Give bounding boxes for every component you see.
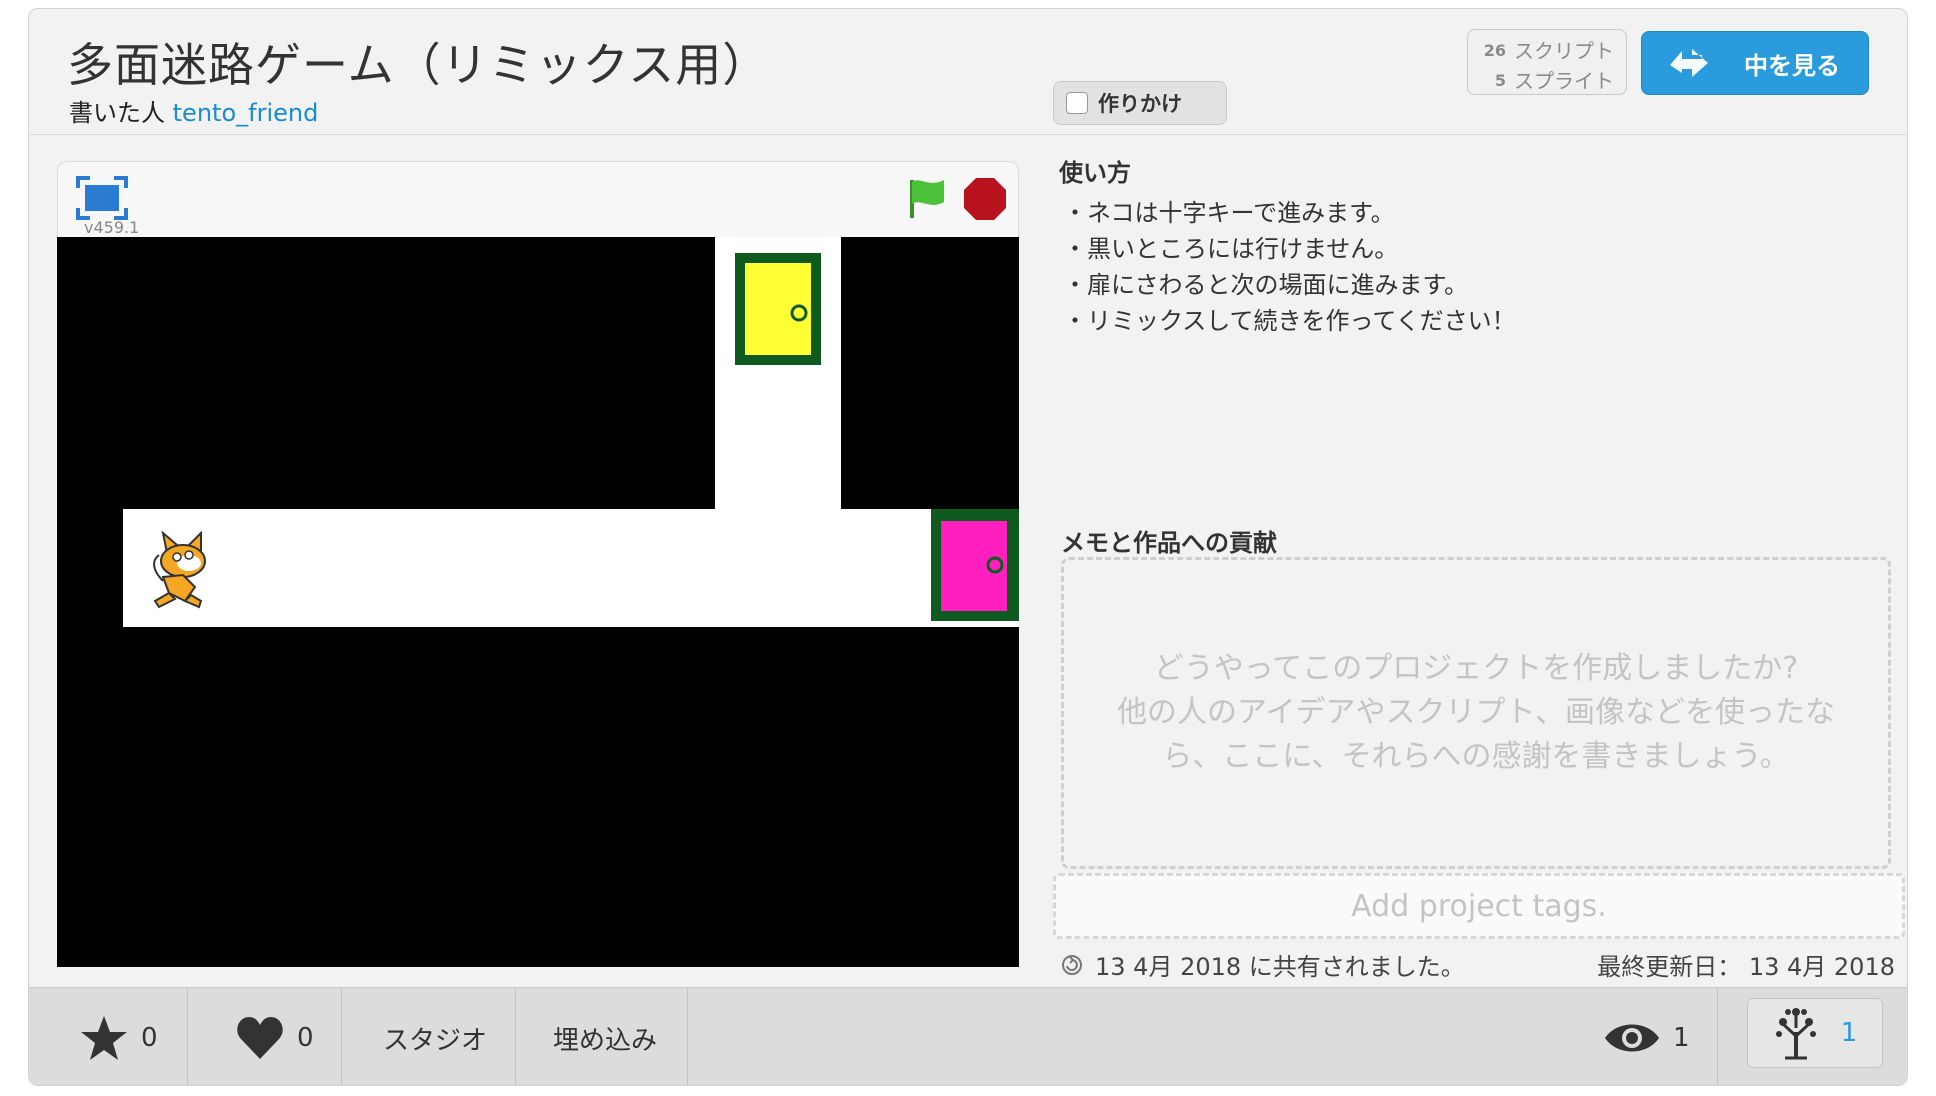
notes-placeholder: どうやってこのプロジェクトを作成しましたか? 他の人のアイデアやスクリプト、画像… (1117, 647, 1835, 779)
notes-and-credits-field[interactable]: どうやってこのプロジェクトを作成しましたか? 他の人のアイデアやスクリプト、画像… (1061, 557, 1891, 869)
scripts-stat: 26 スクリプト (1468, 36, 1626, 66)
sprites-count: 5 (1494, 71, 1506, 90)
work-in-progress-toggle[interactable]: 作りかけ (1053, 81, 1227, 125)
remix-count: 1 (1840, 1018, 1858, 1048)
instruction-line: ・黒いところには行けません。 (1063, 235, 1399, 263)
divider (341, 988, 342, 1085)
star-icon (81, 1016, 127, 1060)
see-inside-arrows-icon (1670, 49, 1708, 77)
notes-placeholder-line: ら、ここに、それらへの感謝を書きましょう。 (1162, 739, 1790, 774)
scripts-count: 26 (1483, 41, 1506, 60)
wip-label: 作りかけ (1098, 92, 1182, 116)
see-inside-button[interactable]: 中を見る (1641, 31, 1869, 95)
project-stage[interactable] (57, 237, 1019, 967)
notes-placeholder-line: 他の人のアイデアやスクリプト、画像などを使ったな (1117, 695, 1835, 730)
see-inside-label: 中を見る (1744, 51, 1840, 80)
favorite-button[interactable]: 0 (79, 988, 158, 1085)
love-button[interactable]: 0 (235, 988, 314, 1085)
author-prefix: 書いた人 (69, 99, 165, 127)
fullscreen-icon[interactable] (76, 176, 128, 220)
action-bar: 0 0 スタジオ 埋め込み 1 1 (29, 987, 1907, 1085)
shared-date-text: 13 4月 2018 に共有されました。 (1095, 953, 1465, 981)
sprites-label: スプライト (1514, 69, 1614, 93)
heart-icon (237, 1017, 283, 1059)
project-tags-field[interactable]: Add project tags. (1053, 873, 1905, 939)
instructions-text[interactable]: ・ネコは十字キーで進みます。 ・黒いところには行けません。 ・扉にさわると次の場… (1063, 195, 1516, 339)
instruction-line: ・リミックスして続きを作ってください！ (1063, 307, 1516, 335)
views-count: 1 (1673, 1023, 1690, 1053)
project-player: v459.1 (57, 161, 1019, 967)
project-title[interactable]: 多面迷路ゲーム（リミックス用） (67, 29, 769, 95)
last-updated-label: 最終更新日： (1597, 953, 1742, 981)
love-count: 0 (297, 1023, 314, 1053)
pink-door-icon (931, 509, 1019, 621)
project-header: 多面迷路ゲーム（リミックス用） 書いた人 tento_friend 作りかけ 2… (29, 9, 1907, 135)
instruction-line: ・ネコは十字キーで進みます。 (1063, 199, 1395, 227)
stage-canvas (57, 237, 1019, 967)
sprites-stat: 5 スプライト (1468, 66, 1626, 96)
maze-path-horizontal (123, 509, 1019, 627)
project-stats: 26 スクリプト 5 スプライト (1467, 29, 1627, 95)
views-counter: 1 (1603, 988, 1690, 1085)
divider (187, 988, 188, 1085)
author-link[interactable]: tento_friend (173, 99, 319, 127)
last-updated-date: 13 4月 2018 (1748, 953, 1895, 981)
remix-tree-icon (1775, 1008, 1816, 1060)
yellow-door-icon (735, 253, 821, 365)
add-to-studio-button[interactable]: スタジオ (383, 988, 488, 1085)
author-line: 書いた人 tento_friend (69, 93, 318, 128)
share-icon (1062, 954, 1082, 975)
project-page: 多面迷路ゲーム（リミックス用） 書いた人 tento_friend 作りかけ 2… (28, 8, 1908, 1086)
embed-label: 埋め込み (553, 1025, 658, 1056)
eye-icon (1605, 1024, 1659, 1052)
player-controls: v459.1 (57, 161, 1019, 237)
wip-checkbox[interactable] (1066, 92, 1088, 114)
divider (1717, 988, 1718, 1085)
divider (687, 988, 688, 1085)
studio-label: スタジオ (383, 1025, 488, 1056)
divider (515, 988, 516, 1085)
notes-heading: メモと作品への貢献 (1061, 529, 1277, 557)
last-updated: 最終更新日： 13 4月 2018 (1597, 947, 1895, 982)
favorite-count: 0 (141, 1023, 158, 1053)
instructions-heading: 使い方 (1059, 159, 1131, 187)
player-version: v459.1 (84, 218, 140, 237)
stop-icon[interactable] (962, 176, 1008, 222)
remix-tree-button[interactable]: 1 (1747, 998, 1883, 1068)
scripts-label: スクリプト (1514, 39, 1614, 63)
embed-button[interactable]: 埋め込み (553, 988, 658, 1085)
shared-date: 13 4月 2018 に共有されました。 (1061, 947, 1465, 982)
tags-placeholder: Add project tags. (1351, 888, 1607, 924)
instruction-line: ・扉にさわると次の場面に進みます。 (1063, 271, 1469, 299)
notes-placeholder-line: どうやってこのプロジェクトを作成しましたか? (1153, 651, 1799, 686)
green-flag-icon[interactable] (904, 176, 950, 220)
